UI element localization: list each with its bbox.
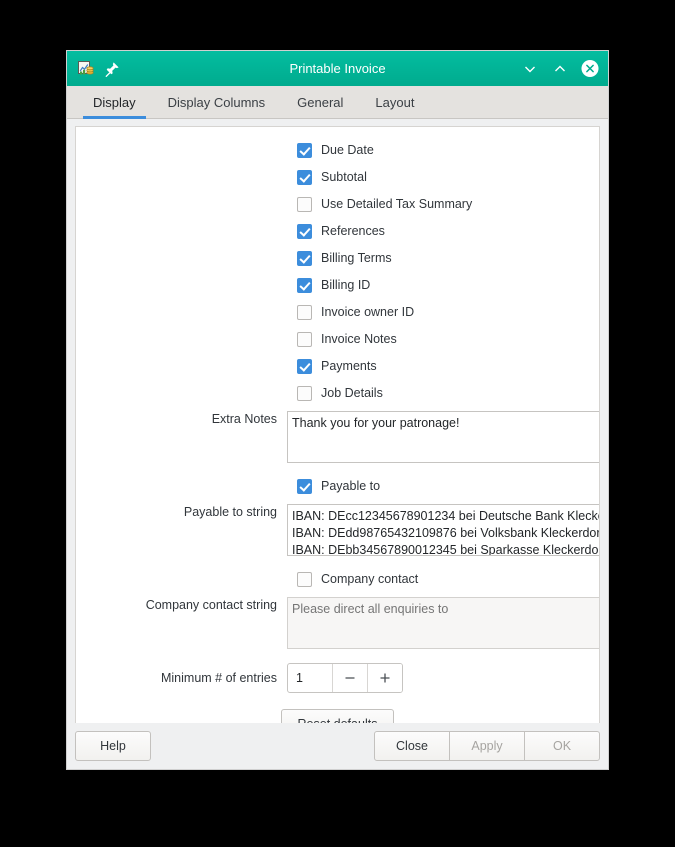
- payable-to-string-row: Payable to string: [76, 504, 599, 561]
- checkbox-billing-id[interactable]: [297, 277, 312, 293]
- chevron-up-icon[interactable]: [551, 60, 569, 78]
- checkbox-row-references[interactable]: References: [76, 222, 599, 240]
- window-titlebar[interactable]: Printable Invoice: [67, 51, 608, 86]
- checkbox-label-due-date: Due Date: [321, 143, 374, 157]
- checkbox-job-details[interactable]: [297, 385, 312, 401]
- checkbox-label-payments: Payments: [321, 359, 377, 373]
- checkbox-label-invoice-owner-id: Invoice owner ID: [321, 305, 415, 319]
- checkbox-label-job-details: Job Details: [321, 386, 383, 400]
- minimum-entries-label: Minimum # of entries: [160, 671, 277, 685]
- checkbox-label-company-contact: Company contact: [321, 572, 419, 586]
- minimum-entries-row: Minimum # of entries 1: [76, 663, 599, 693]
- display-options-form: Due Date Subtotal Use Detailed Tax Summa…: [76, 127, 599, 723]
- plus-icon[interactable]: [367, 664, 402, 692]
- reset-defaults-row: Reset defaults: [76, 709, 599, 723]
- checkbox-label-use-detailed-tax-summary: Use Detailed Tax Summary: [321, 197, 473, 211]
- checkbox-row-job-details[interactable]: Job Details: [76, 384, 599, 402]
- tab-general[interactable]: General: [281, 88, 359, 118]
- checkbox-billing-terms[interactable]: [297, 250, 312, 266]
- checkbox-label-references: References: [321, 224, 385, 238]
- minus-icon[interactable]: [332, 664, 367, 692]
- checkbox-payable-to[interactable]: [297, 478, 312, 494]
- payable-to-string-input[interactable]: [287, 504, 599, 556]
- checkbox-row-subtotal[interactable]: Subtotal: [76, 168, 599, 186]
- window-controls: [521, 59, 602, 78]
- checkbox-use-detailed-tax-summary[interactable]: [297, 196, 312, 212]
- tab-layout[interactable]: Layout: [359, 88, 430, 118]
- checkbox-invoice-owner-id[interactable]: [297, 304, 312, 320]
- checkbox-invoice-notes[interactable]: [297, 331, 312, 347]
- extra-notes-label: Extra Notes: [211, 412, 277, 426]
- checkbox-due-date[interactable]: [297, 142, 312, 158]
- checkbox-company-contact[interactable]: [297, 571, 312, 587]
- display-tab-panel: Due Date Subtotal Use Detailed Tax Summa…: [75, 126, 600, 723]
- close-button[interactable]: Close: [374, 731, 450, 761]
- pin-icon[interactable]: [104, 61, 120, 77]
- extra-notes-row: Extra Notes: [76, 411, 599, 468]
- minimum-entries-stepper[interactable]: 1: [287, 663, 403, 693]
- apply-button[interactable]: Apply: [449, 731, 525, 761]
- company-contact-string-row: Company contact string: [76, 597, 599, 654]
- checkbox-row-invoice-notes[interactable]: Invoice Notes: [76, 330, 599, 348]
- dialog-button-bar: Help Close Apply OK: [67, 723, 608, 769]
- help-button[interactable]: Help: [75, 731, 151, 761]
- payable-to-string-label: Payable to string: [183, 505, 277, 519]
- checkbox-row-invoice-owner-id[interactable]: Invoice owner ID: [76, 303, 599, 321]
- checkbox-row-payments[interactable]: Payments: [76, 357, 599, 375]
- checkbox-label-payable-to: Payable to: [321, 479, 381, 493]
- ok-button[interactable]: OK: [524, 731, 600, 761]
- footer-button-group: Close Apply OK: [374, 731, 600, 761]
- tab-bar: Display Display Columns General Layout: [67, 86, 608, 119]
- company-contact-string-label: Company contact string: [145, 598, 277, 612]
- minimum-entries-value[interactable]: 1: [288, 664, 332, 692]
- tab-display[interactable]: Display: [77, 88, 152, 119]
- tab-display-columns[interactable]: Display Columns: [152, 88, 282, 118]
- checkbox-subtotal[interactable]: [297, 169, 312, 185]
- checkbox-references[interactable]: [297, 223, 312, 239]
- checkbox-row-payable-to[interactable]: Payable to: [76, 477, 599, 495]
- checkbox-row-billing-terms[interactable]: Billing Terms: [76, 249, 599, 267]
- close-icon[interactable]: [581, 59, 599, 78]
- reset-defaults-button[interactable]: Reset defaults: [280, 709, 395, 723]
- checkbox-row-company-contact[interactable]: Company contact: [76, 570, 599, 588]
- checkbox-row-due-date[interactable]: Due Date: [76, 141, 599, 159]
- chevron-down-icon[interactable]: [521, 60, 539, 78]
- invoice-chart-icon: [77, 60, 95, 78]
- checkbox-label-billing-terms: Billing Terms: [321, 251, 392, 265]
- titlebar-left-icons: [73, 60, 120, 78]
- checkbox-label-subtotal: Subtotal: [321, 170, 367, 184]
- checkbox-row-billing-id[interactable]: Billing ID: [76, 276, 599, 294]
- checkbox-label-billing-id: Billing ID: [321, 278, 371, 292]
- checkbox-row-use-detailed-tax-summary[interactable]: Use Detailed Tax Summary: [76, 195, 599, 213]
- printable-invoice-dialog: Printable Invoice Display Display Column…: [66, 50, 609, 770]
- company-contact-string-input[interactable]: [287, 597, 599, 649]
- checkbox-payments[interactable]: [297, 358, 312, 374]
- checkbox-label-invoice-notes: Invoice Notes: [321, 332, 397, 346]
- extra-notes-input[interactable]: [287, 411, 599, 463]
